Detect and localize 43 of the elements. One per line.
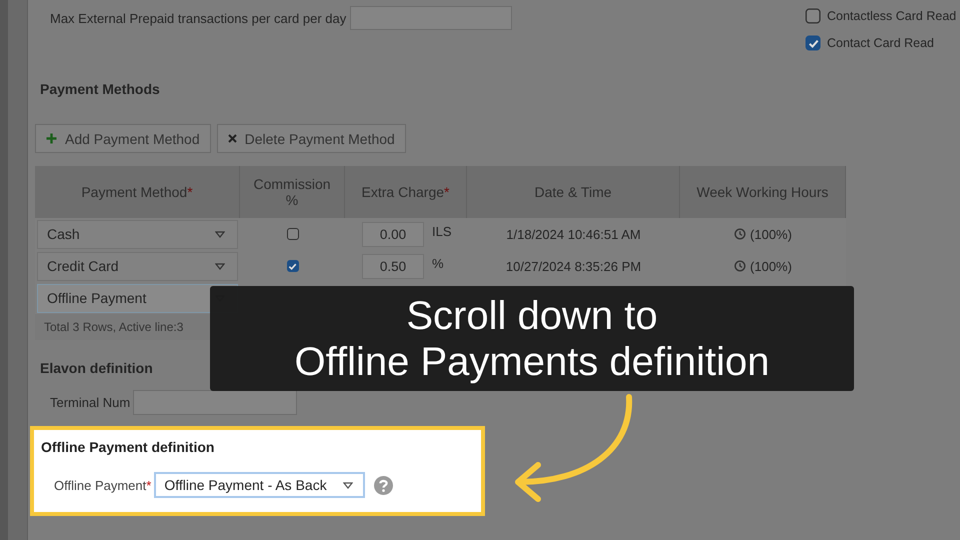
input-field[interactable] [133, 390, 298, 415]
payment-method-select[interactable]: Cash [37, 220, 238, 248]
offline-payment-select[interactable]: Offline Payment - As Back [154, 472, 365, 498]
column-header: Date & Time [467, 166, 680, 218]
unit-label: ILS [432, 224, 452, 239]
caret-icon [215, 230, 225, 238]
checkbox-label: Contact Card Read [827, 36, 934, 50]
working-hours: (100%) [750, 258, 792, 274]
date-time: 1/18/2024 10:46:51 AM [506, 226, 641, 242]
add-button[interactable]: Add Payment Method [35, 124, 211, 153]
plus-icon [46, 133, 57, 144]
extra-charge-field[interactable]: 0.00 [362, 222, 424, 246]
field-label: Terminal Num [50, 395, 130, 410]
help-icon[interactable] [374, 476, 393, 494]
checkbox[interactable] [286, 228, 298, 240]
checkbox[interactable] [806, 36, 820, 50]
clock-icon [734, 228, 746, 240]
checkbox[interactable] [286, 260, 298, 272]
extra-charge-field[interactable]: 0.50 [362, 254, 424, 278]
date-time: 10/27/2024 8:35:26 PM [506, 258, 642, 274]
checkbox[interactable] [806, 8, 820, 24]
input-field[interactable] [350, 6, 512, 30]
column-header: Commission % [240, 166, 345, 218]
caret-icon [342, 482, 353, 488]
delete-button[interactable]: Delete Payment Method [216, 124, 406, 153]
section-title: Payment Methods [40, 81, 160, 97]
table-footer: Total 3 Rows, Active line:3 [44, 320, 184, 334]
unit-label: % [432, 256, 444, 271]
column-header: Payment Method* [35, 166, 240, 218]
payment-method-select[interactable]: Credit Card [37, 252, 238, 280]
callout-text: Offline Payments definition [294, 338, 770, 384]
clock-icon [734, 260, 746, 272]
working-hours: (100%) [750, 226, 792, 242]
checkbox-label: Contactless Card Read [827, 9, 956, 23]
caret-icon [215, 262, 225, 270]
close-icon [228, 134, 237, 143]
column-header: Week Working Hours [680, 166, 846, 218]
column-header: Extra Charge* [345, 166, 467, 218]
section-title: Offline Payment definition [41, 439, 216, 455]
callout-text: Scroll down to [406, 292, 658, 338]
field-label: Max External Prepaid transactions per card per day [50, 10, 346, 26]
field-label: Offline Payment* [54, 478, 152, 492]
section-title: Elavon definition [40, 360, 153, 376]
